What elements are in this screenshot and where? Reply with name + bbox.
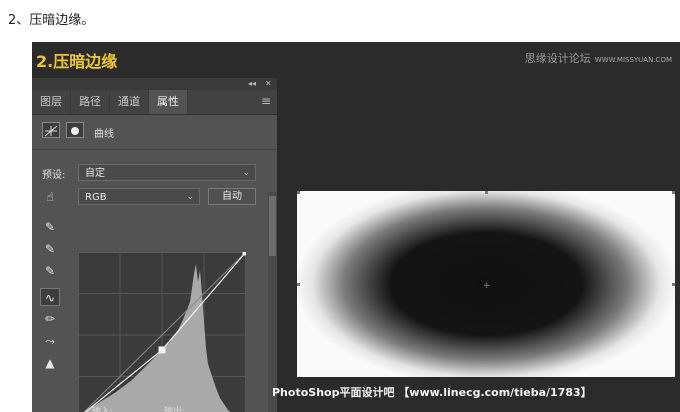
transform-handle[interactable] [672, 191, 675, 194]
mask-icon[interactable] [66, 122, 84, 138]
menu-icon[interactable]: ≡ [261, 94, 271, 108]
preset-select[interactable]: 自定 ⌄ [78, 164, 256, 181]
target-adjust-icon[interactable]: ☝ [40, 188, 60, 206]
transform-handle[interactable] [672, 283, 675, 286]
article-caption: 2、压暗边缘。 [8, 13, 95, 28]
center-crosshair-icon: + [483, 281, 491, 291]
curves-graph[interactable] [78, 252, 246, 412]
auto-button[interactable]: 自动 [208, 188, 256, 205]
curve-control-point[interactable] [242, 252, 246, 256]
preset-value: 自定 [85, 168, 105, 179]
vignette-canvas[interactable]: + [297, 191, 675, 377]
transform-handle[interactable] [297, 191, 300, 194]
input-label: 输入: [92, 407, 114, 412]
channel-select[interactable]: RGB ⌄ [78, 188, 200, 205]
chevron-down-icon: ⌄ [186, 192, 194, 202]
adjustment-name: 曲线 [94, 129, 114, 140]
pencil-icon[interactable]: ✏ [40, 310, 60, 328]
transform-handle[interactable] [297, 283, 300, 286]
tab-layers[interactable]: 图层 [32, 90, 71, 114]
watermark-bottom: PhotoShop平面设计吧 【www.linecg.com/tieba/178… [272, 386, 592, 399]
panel-scrollbar[interactable] [268, 192, 277, 412]
mask-glyph-icon [71, 127, 79, 135]
gray-point-eyedropper-icon[interactable]: ✎ [40, 240, 60, 258]
properties-panel: ◂◂ ✕ 图层 路径 通道 属性 ≡ 曲线 预设: 自定 ⌄ ☝ RGB ⌄ 自… [32, 78, 277, 412]
channel-value: RGB [85, 192, 107, 203]
black-point-eyedropper-icon[interactable]: ✎ [40, 218, 60, 236]
curves-header: 曲线 [32, 115, 277, 150]
tab-properties[interactable]: 属性 [149, 90, 188, 114]
close-icon[interactable]: ✕ [265, 78, 272, 90]
watermark-top: 思缘设计论坛 WWW.MISSYUAN.COM [525, 50, 672, 66]
collapse-icon[interactable]: ◂◂ [248, 78, 256, 90]
scrollbar-thumb[interactable] [269, 196, 276, 256]
watermark-top-url: WWW.MISSYUAN.COM [594, 56, 672, 64]
preset-label: 预设: [42, 170, 66, 181]
output-label: 输出: [164, 407, 186, 412]
watermark-top-text: 思缘设计论坛 [524, 52, 591, 65]
tab-paths[interactable]: 路径 [71, 90, 110, 114]
tab-channels[interactable]: 通道 [110, 90, 149, 114]
curve-point-icon[interactable]: ∿ [40, 288, 60, 306]
curve-control-point[interactable] [158, 346, 166, 354]
transform-handle[interactable] [485, 191, 488, 194]
step-title: 2.压暗边缘 [36, 52, 118, 71]
panel-topbar: ◂◂ ✕ [32, 78, 277, 90]
white-point-eyedropper-icon[interactable]: ✎ [40, 262, 60, 280]
chevron-down-icon: ⌄ [242, 168, 250, 178]
curves-glyph-icon [44, 125, 58, 137]
panel-tabs: 图层 路径 通道 属性 ≡ [32, 90, 277, 115]
tutorial-image: 2.压暗边缘 思缘设计论坛 WWW.MISSYUAN.COM ◂◂ ✕ 图层 路径… [32, 42, 680, 412]
clipping-warning-icon[interactable]: ▲ [40, 354, 60, 372]
smooth-icon[interactable]: ⤳ [40, 332, 60, 350]
curves-adjustment-icon [42, 122, 60, 138]
